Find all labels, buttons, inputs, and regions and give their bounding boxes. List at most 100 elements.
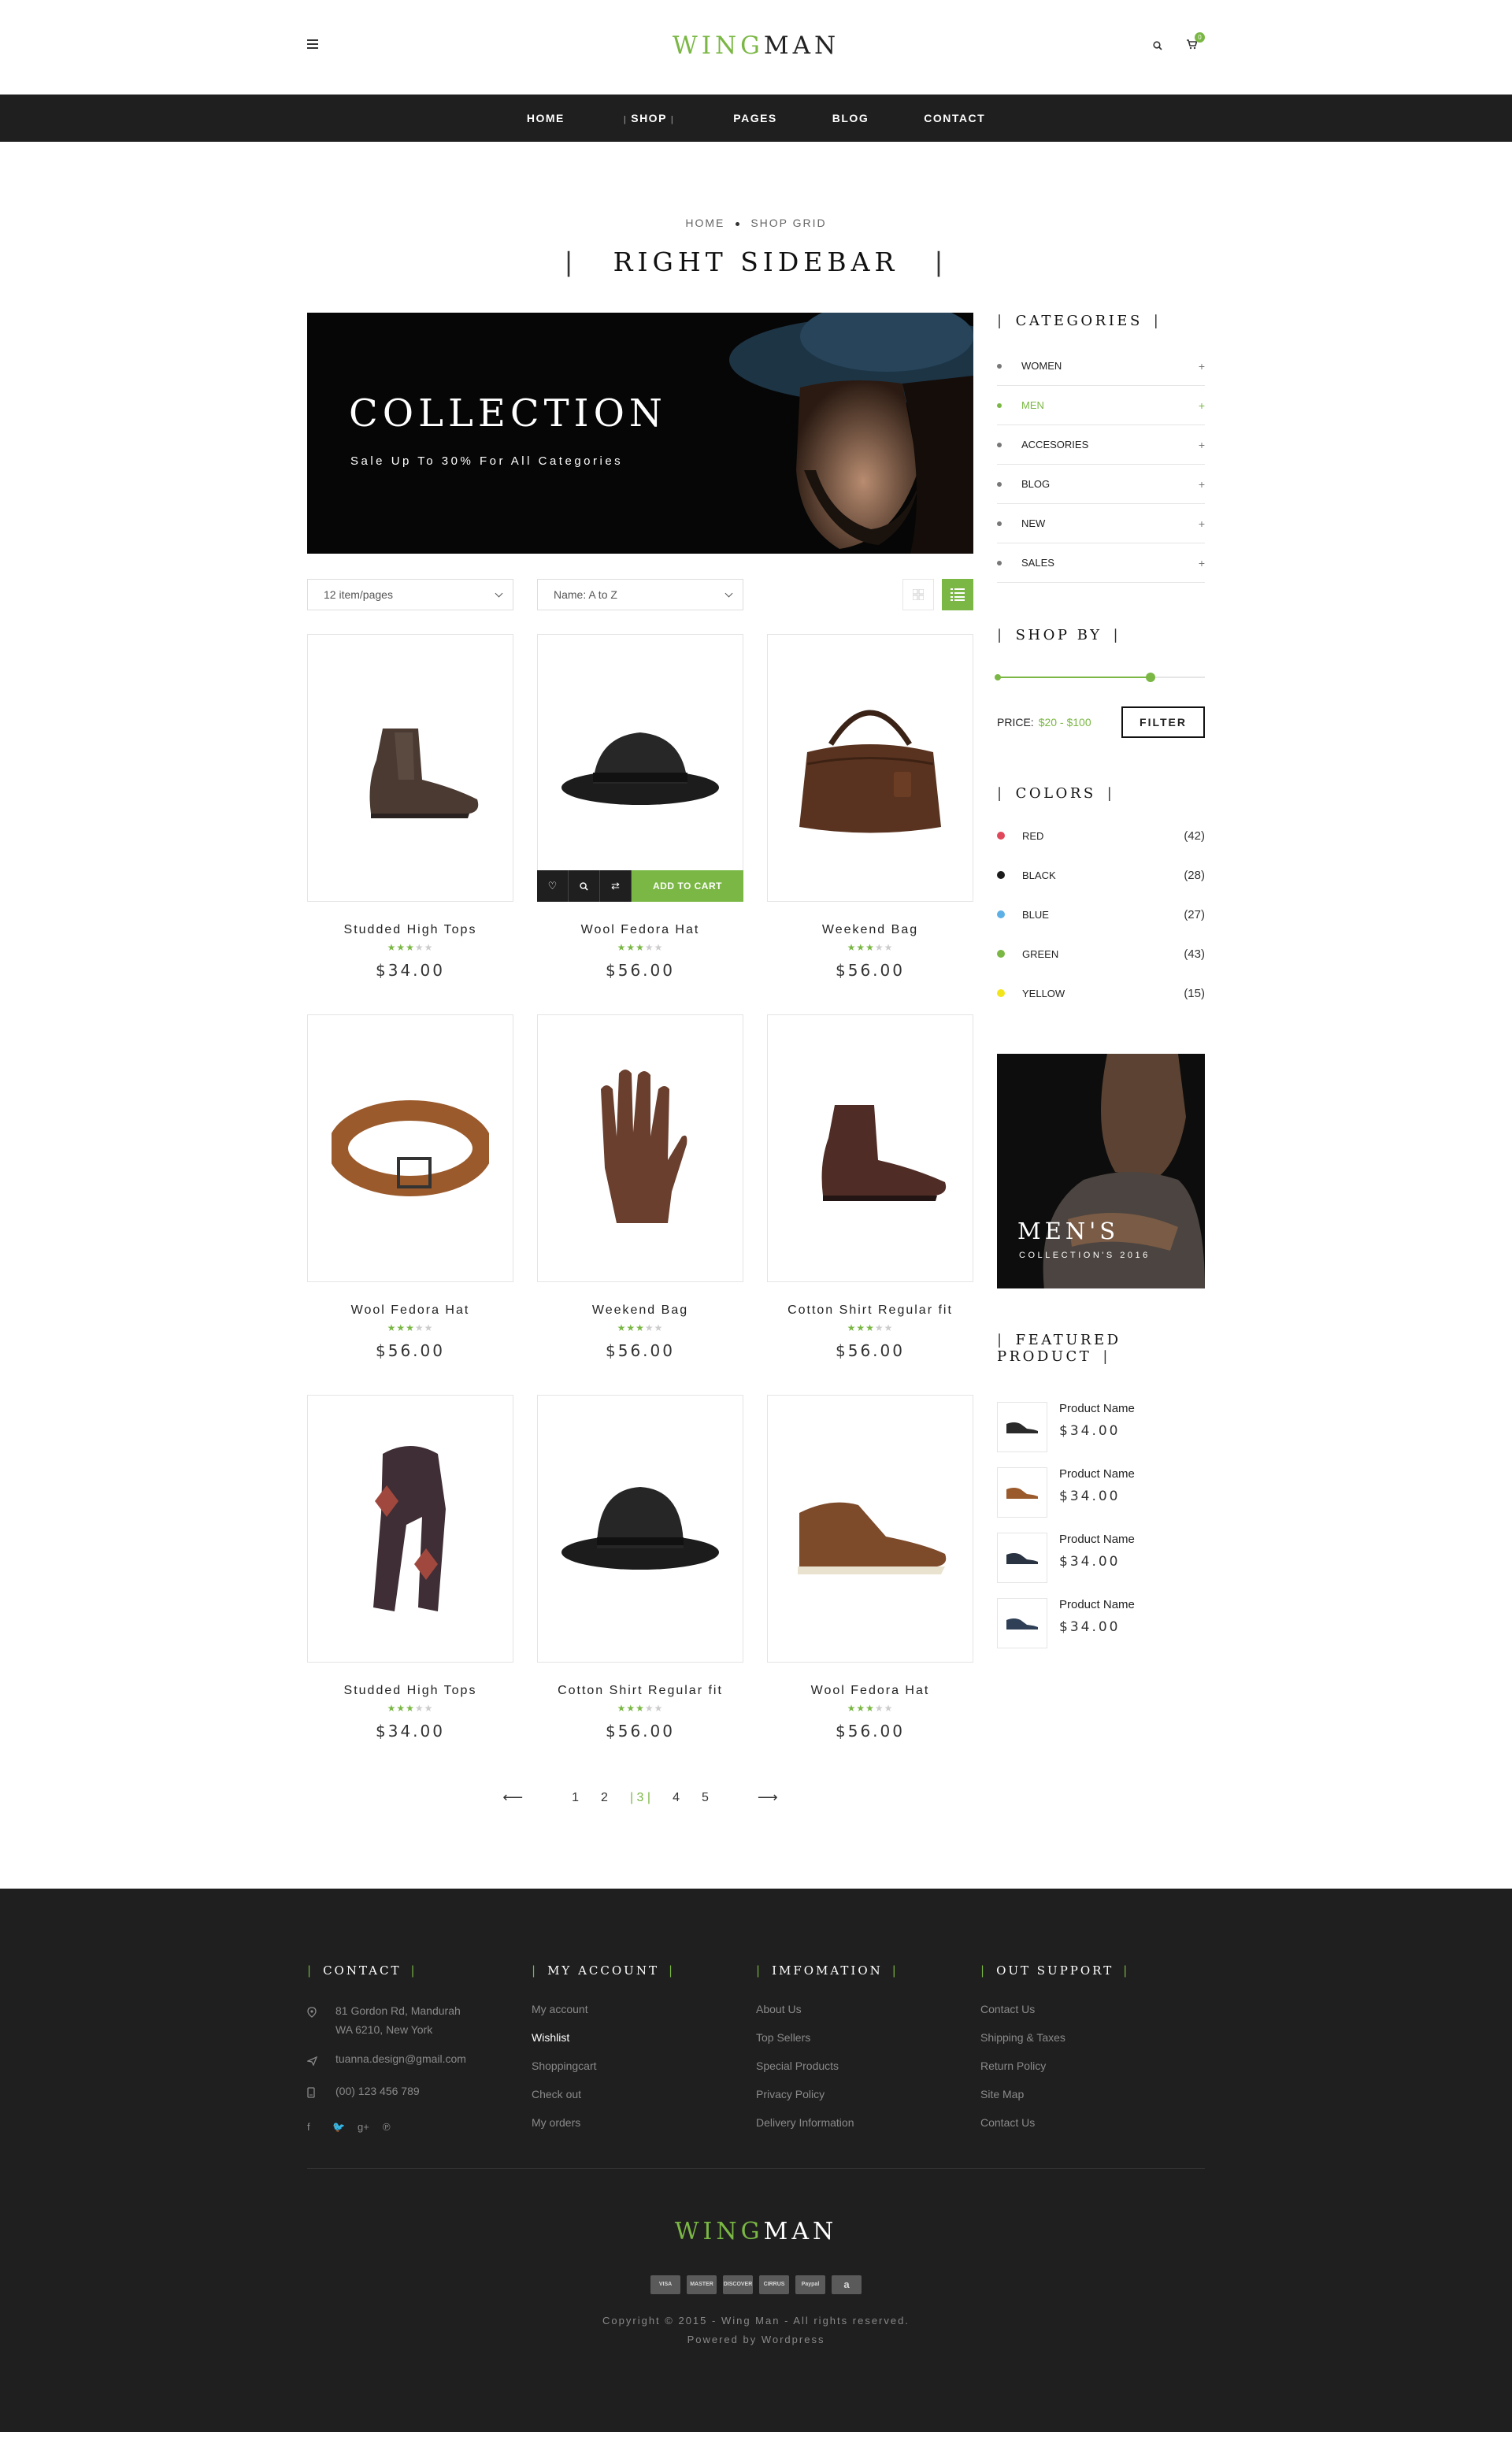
product-name[interactable]: Wool Fedora Hat bbox=[767, 1684, 973, 1698]
product-name[interactable]: Studded High Tops bbox=[307, 923, 513, 937]
product-image[interactable] bbox=[307, 634, 513, 902]
product-card[interactable]: Cotton Shirt Regular fit ★★★★★ $56.00 bbox=[537, 1395, 743, 1741]
items-per-page-select[interactable]: 12 item/pages bbox=[307, 579, 513, 610]
email-text[interactable]: tuanna.design@gmail.com bbox=[335, 2049, 466, 2068]
grid-view-button[interactable] bbox=[902, 579, 934, 610]
product-name[interactable]: Cotton Shirt Regular fit bbox=[537, 1684, 743, 1698]
footer-link-my-account[interactable]: My account bbox=[532, 1995, 756, 2023]
product-name[interactable]: Wool Fedora Hat bbox=[307, 1303, 513, 1318]
product-name[interactable]: Weekend Bag bbox=[537, 1303, 743, 1318]
facebook-icon[interactable]: f bbox=[307, 2121, 332, 2134]
featured-product-item[interactable]: Product Name $34.00 bbox=[997, 1533, 1205, 1598]
collection-banner[interactable]: COLLECTION Sale Up To 30% For All Catego… bbox=[307, 313, 973, 554]
featured-product-thumbnail[interactable] bbox=[997, 1402, 1047, 1452]
product-image[interactable] bbox=[537, 1014, 743, 1282]
featured-product-name[interactable]: Product Name bbox=[1059, 1467, 1135, 1481]
category-item-new[interactable]: NEW + bbox=[997, 504, 1205, 543]
google-plus-icon[interactable]: g+ bbox=[358, 2121, 383, 2134]
footer-logo[interactable]: WINGMAN bbox=[0, 2218, 1512, 2245]
quick-view-search-icon[interactable] bbox=[569, 870, 600, 902]
cart-icon[interactable]: 0 bbox=[1186, 32, 1205, 54]
product-name[interactable]: Cotton Shirt Regular fit bbox=[767, 1303, 973, 1318]
product-name[interactable]: Wool Fedora Hat bbox=[537, 923, 743, 937]
list-view-button[interactable] bbox=[942, 579, 973, 610]
product-image[interactable] bbox=[307, 1014, 513, 1282]
featured-product-item[interactable]: Product Name $34.00 bbox=[997, 1598, 1205, 1663]
footer-link-wishlist[interactable]: Wishlist bbox=[532, 2023, 756, 2052]
product-image[interactable]: ♡ ⇄ ADD TO CART bbox=[537, 634, 743, 902]
featured-product-name[interactable]: Product Name bbox=[1059, 1533, 1135, 1546]
site-logo[interactable]: WINGMAN bbox=[0, 32, 1512, 60]
footer-link-my-orders[interactable]: My orders bbox=[532, 2108, 756, 2137]
color-item-black[interactable]: BLACK (28) bbox=[997, 855, 1205, 895]
featured-product-thumbnail[interactable] bbox=[997, 1598, 1047, 1648]
sort-select[interactable]: Name: A to Z bbox=[537, 579, 743, 610]
breadcrumb-home[interactable]: HOME bbox=[685, 217, 724, 229]
filter-button[interactable]: FILTER bbox=[1121, 706, 1205, 738]
product-image[interactable] bbox=[767, 1395, 973, 1663]
twitter-icon[interactable]: 🐦 bbox=[332, 2121, 358, 2134]
category-item-women[interactable]: WOMEN + bbox=[997, 347, 1205, 386]
footer-email[interactable]: tuanna.design@gmail.com bbox=[306, 2049, 532, 2071]
footer-link-privacy-policy[interactable]: Privacy Policy bbox=[756, 2080, 980, 2108]
footer-link-top-sellers[interactable]: Top Sellers bbox=[756, 2023, 980, 2052]
product-card[interactable]: Wool Fedora Hat ★★★★★ $56.00 bbox=[307, 1014, 513, 1360]
product-image[interactable] bbox=[767, 634, 973, 902]
footer-link-about-us[interactable]: About Us bbox=[756, 1995, 980, 2023]
page-4[interactable]: 4 bbox=[673, 1791, 680, 1805]
page-1[interactable]: 1 bbox=[572, 1791, 579, 1805]
footer-link-site-map[interactable]: Site Map bbox=[980, 2080, 1205, 2108]
footer-link-delivery-information[interactable]: Delivery Information bbox=[756, 2108, 980, 2137]
footer-link-contact-us[interactable]: Contact Us bbox=[980, 1995, 1205, 2023]
search-icon[interactable] bbox=[1153, 40, 1162, 54]
featured-product-name[interactable]: Product Name bbox=[1059, 1598, 1135, 1611]
footer-link-special-products[interactable]: Special Products bbox=[756, 2052, 980, 2080]
product-name[interactable]: Weekend Bag bbox=[767, 923, 973, 937]
category-item-sales[interactable]: SALES + bbox=[997, 543, 1205, 583]
footer-link-check-out[interactable]: Check out bbox=[532, 2080, 756, 2108]
page-3-current[interactable]: | 3 | bbox=[630, 1791, 650, 1805]
price-range-slider[interactable] bbox=[995, 672, 1205, 683]
mens-collection-promo[interactable]: MEN'S COLLECTION'S 2016 bbox=[997, 1054, 1205, 1288]
pinterest-icon[interactable]: ℗ bbox=[383, 2121, 408, 2134]
color-item-green[interactable]: GREEN (43) bbox=[997, 934, 1205, 973]
category-item-men[interactable]: MEN + bbox=[997, 386, 1205, 425]
featured-product-thumbnail[interactable] bbox=[997, 1467, 1047, 1518]
compare-arrows-icon[interactable]: ⇄ bbox=[600, 870, 632, 902]
product-image[interactable] bbox=[767, 1014, 973, 1282]
nav-home[interactable]: HOME bbox=[527, 112, 565, 124]
slider-min-handle[interactable] bbox=[995, 674, 1001, 680]
featured-product-item[interactable]: Product Name $34.00 bbox=[997, 1467, 1205, 1533]
footer-link-contact-us-2[interactable]: Contact Us bbox=[980, 2108, 1205, 2137]
featured-product-name[interactable]: Product Name bbox=[1059, 1402, 1135, 1415]
category-item-blog[interactable]: BLOG + bbox=[997, 465, 1205, 504]
featured-product-item[interactable]: Product Name $34.00 bbox=[997, 1402, 1205, 1467]
prev-arrow-icon[interactable]: ⟵ bbox=[502, 1789, 523, 1806]
product-name[interactable]: Studded High Tops bbox=[307, 1684, 513, 1698]
footer-link-shoppingcart[interactable]: Shoppingcart bbox=[532, 2052, 756, 2080]
add-to-cart-button[interactable]: ADD TO CART bbox=[632, 870, 743, 902]
category-item-accesories[interactable]: ACCESORIES + bbox=[997, 425, 1205, 465]
slider-max-handle[interactable] bbox=[1146, 673, 1156, 682]
nav-contact[interactable]: CONTACT bbox=[924, 112, 985, 124]
product-card[interactable]: ♡ ⇄ ADD TO CART Wool Fedora Hat ★★★★★ $5… bbox=[537, 634, 743, 980]
nav-shop[interactable]: SHOP bbox=[620, 112, 678, 124]
product-card[interactable]: Weekend Bag ★★★★★ $56.00 bbox=[767, 634, 973, 980]
page-2[interactable]: 2 bbox=[601, 1791, 608, 1805]
product-card[interactable]: Wool Fedora Hat ★★★★★ $56.00 bbox=[767, 1395, 973, 1741]
featured-product-thumbnail[interactable] bbox=[997, 1533, 1047, 1583]
page-5[interactable]: 5 bbox=[702, 1791, 709, 1805]
nav-blog[interactable]: BLOG bbox=[832, 112, 869, 124]
footer-link-shipping-taxes[interactable]: Shipping & Taxes bbox=[980, 2023, 1205, 2052]
footer-link-return-policy[interactable]: Return Policy bbox=[980, 2052, 1205, 2080]
product-card[interactable]: Studded High Tops ★★★★★ $34.00 bbox=[307, 1395, 513, 1741]
product-card[interactable]: Weekend Bag ★★★★★ $56.00 bbox=[537, 1014, 743, 1360]
product-card[interactable]: Studded High Tops ★★★★★ $34.00 bbox=[307, 634, 513, 980]
nav-pages[interactable]: PAGES bbox=[733, 112, 776, 124]
wishlist-heart-icon[interactable]: ♡ bbox=[537, 870, 569, 902]
next-arrow-icon[interactable]: ⟶ bbox=[758, 1789, 778, 1806]
color-item-red[interactable]: RED (42) bbox=[997, 816, 1205, 855]
color-item-blue[interactable]: BLUE (27) bbox=[997, 895, 1205, 934]
color-item-yellow[interactable]: YELLOW (15) bbox=[997, 973, 1205, 1013]
product-image[interactable] bbox=[537, 1395, 743, 1663]
